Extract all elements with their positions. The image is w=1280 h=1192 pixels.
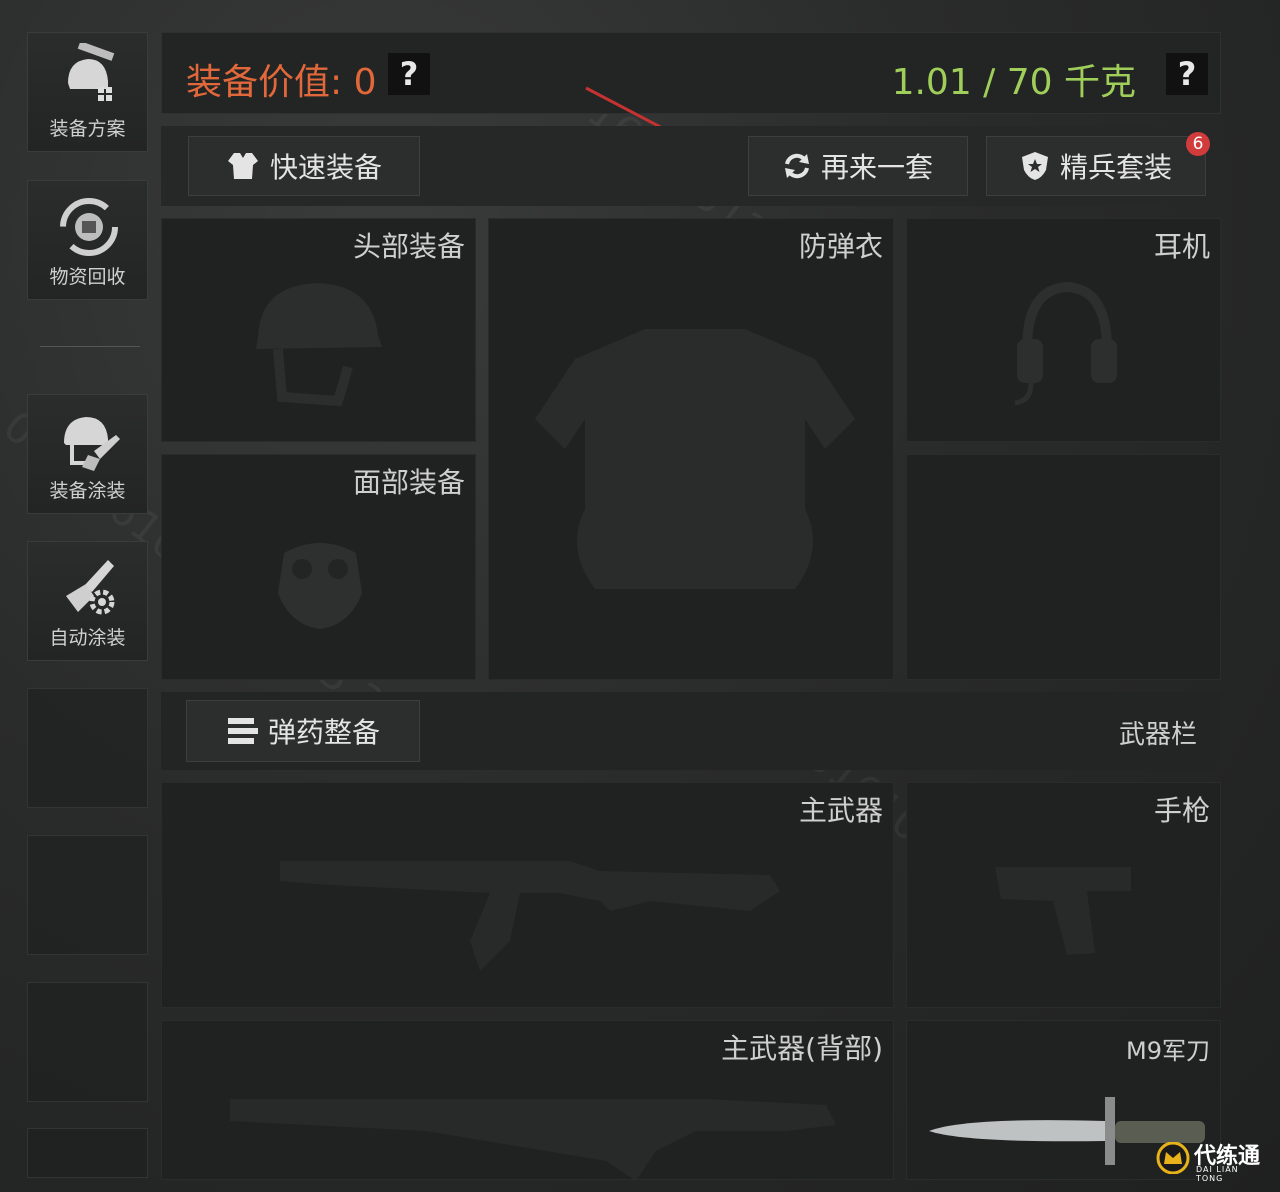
helmet-brush-icon [64,417,120,471]
logo-subtext: DAI LIAN TONG [1196,1165,1239,1183]
quick-equip-label: 快速装备 [269,151,382,184]
armor-vest-silhouette-icon [535,329,855,589]
slot-title: 防弹衣 [798,230,883,263]
value-help-button[interactable]: ? [388,53,430,95]
brush-gear-icon [66,560,115,615]
rifle-silhouette-icon [280,861,780,971]
slot-title: 耳机 [1153,230,1210,263]
ammo-prep-button[interactable]: 弹药整备 [186,700,420,762]
refresh-icon [784,153,809,179]
sidebar-item-label: 装备涂装 [49,480,126,502]
sidebar-item-recycle[interactable]: 物资回收 [27,180,148,300]
elite-kit-button[interactable]: 精兵套装 [986,136,1206,196]
ammo-prep-label: 弹药整备 [267,716,380,749]
action-row: 快速装备 再来一套 精兵套装 6 [161,126,1221,206]
notification-badge: 6 [1186,132,1210,156]
pistol-silhouette-icon [995,867,1131,955]
quick-equip-button[interactable]: 快速装备 [188,136,420,196]
site-logo: 代练通 DAI LIAN TONG [1156,1138,1268,1183]
slot-extra[interactable] [906,454,1221,680]
sidebar-empty-slot [27,982,148,1102]
slot-title: 头部装备 [352,230,465,263]
slot-armor[interactable]: 防弹衣 [488,218,894,680]
sidebar-item-loadout[interactable]: 装备方案 [27,32,148,152]
sidebar-divider [40,346,140,347]
slot-headset[interactable]: 耳机 [906,218,1221,442]
slot-title: M9军刀 [1126,1037,1210,1065]
weapon-bar-title: 武器栏 [1118,720,1197,750]
slot-face[interactable]: 面部装备 [161,454,476,680]
slot-primary-back[interactable]: 主武器(背部) [161,1020,894,1180]
slot-title: 主武器(背部) [721,1032,883,1065]
sidebar-empty-slot [27,835,148,955]
helmet-pistol-icon [68,43,115,101]
weight-readout: 1.01 / 70 千克 [891,62,1136,103]
sidebar-empty-slot [27,688,148,808]
helmet-silhouette-icon [256,283,382,407]
slot-title: 面部装备 [352,466,465,499]
weapon-bar: 弹药整备 武器栏 [161,692,1221,770]
weight-help-button[interactable]: ? [1166,53,1208,95]
shield-star-icon [1021,152,1048,180]
reroll-button[interactable]: 再来一套 [748,136,968,196]
recycle-icon [60,198,118,256]
slot-title: 主武器 [798,794,883,827]
vest-icon [227,153,258,179]
slot-head[interactable]: 头部装备 [161,218,476,442]
headset-silhouette-icon [1014,281,1117,406]
crown-icon [1156,1142,1190,1174]
sidebar-item-label: 自动涂装 [49,627,126,649]
sidebar-empty-slot [27,1128,148,1178]
slot-pistol[interactable]: 手枪 [906,782,1221,1008]
sidebar-item-skin[interactable]: 装备涂装 [27,394,148,514]
ammo-icon [227,718,258,744]
equipment-value: 装备价值: 0 [186,62,377,103]
gas-mask-silhouette-icon [278,543,362,629]
sidebar-item-auto-skin[interactable]: 自动涂装 [27,541,148,661]
rifle-back-silhouette-icon [230,1099,836,1179]
slot-primary[interactable]: 主武器 [161,782,894,1008]
reroll-label: 再来一套 [820,151,933,184]
sidebar-item-label: 物资回收 [49,266,126,288]
sidebar-item-label: 装备方案 [49,118,126,140]
slot-title: 手枪 [1153,794,1210,827]
elite-kit-label: 精兵套装 [1059,151,1172,184]
